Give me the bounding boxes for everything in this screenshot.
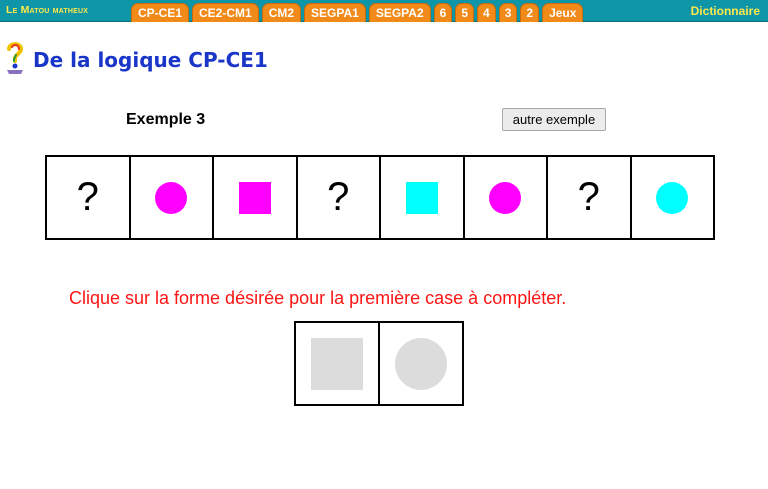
sequence-cell[interactable]: ? [297,155,381,240]
sequence-cell [381,155,465,240]
tab-2[interactable]: 2 [520,3,540,22]
tab-6[interactable]: 6 [433,3,453,22]
tab-3[interactable]: 3 [498,3,518,22]
question-mark: ? [76,175,99,219]
site-brand[interactable]: Le Matou matheux [6,4,88,16]
tab-segpa1[interactable]: SEGPA1 [304,3,366,22]
circle-shape-icon [155,181,188,214]
question-mark: ? [327,175,350,219]
square-shape-icon [311,337,363,390]
shape-choices [294,321,464,406]
tab-cp-ce1[interactable]: CP-CE1 [131,3,190,22]
example-label: Exemple 3 [126,111,206,128]
instruction-text: Clique sur la forme désirée pour la prem… [69,288,567,308]
top-nav-bar: Le Matou matheux CP-CE1 CE2-CM1 CM2 SEGP… [0,0,768,22]
tab-ce2-cm1[interactable]: CE2-CM1 [192,3,259,22]
square-shape-icon [405,181,438,214]
sequence-cell [130,155,214,240]
tab-cm2[interactable]: CM2 [261,3,302,22]
sequence-cell [214,155,298,240]
circle-shape-icon [489,181,522,214]
dictionary-link[interactable]: Dictionnaire [691,4,760,18]
colored-question-mark-icon [7,42,24,74]
question-mark: ? [577,175,600,219]
page-title: De la logique CP-CE1 [33,48,268,72]
sequence-cell[interactable]: ? [548,155,632,240]
circle-shape-icon [395,337,447,390]
other-example-button[interactable]: autre exemple [502,108,606,131]
choice-square-button[interactable] [296,321,380,406]
sequence-cell [631,155,715,240]
level-tabs: CP-CE1 CE2-CM1 CM2 SEGPA1 SEGPA2 6 5 4 3… [131,3,586,22]
tab-4[interactable]: 4 [477,3,496,22]
sequence-cell [464,155,548,240]
sequence-grid: ??? [45,155,715,240]
tab-5[interactable]: 5 [455,3,475,22]
tab-segpa2[interactable]: SEGPA2 [368,3,431,22]
choice-circle-button[interactable] [380,321,464,406]
tab-jeux[interactable]: Jeux [542,3,584,22]
square-shape-icon [238,181,271,214]
sequence-cell[interactable]: ? [47,155,131,240]
circle-shape-icon [656,181,689,214]
